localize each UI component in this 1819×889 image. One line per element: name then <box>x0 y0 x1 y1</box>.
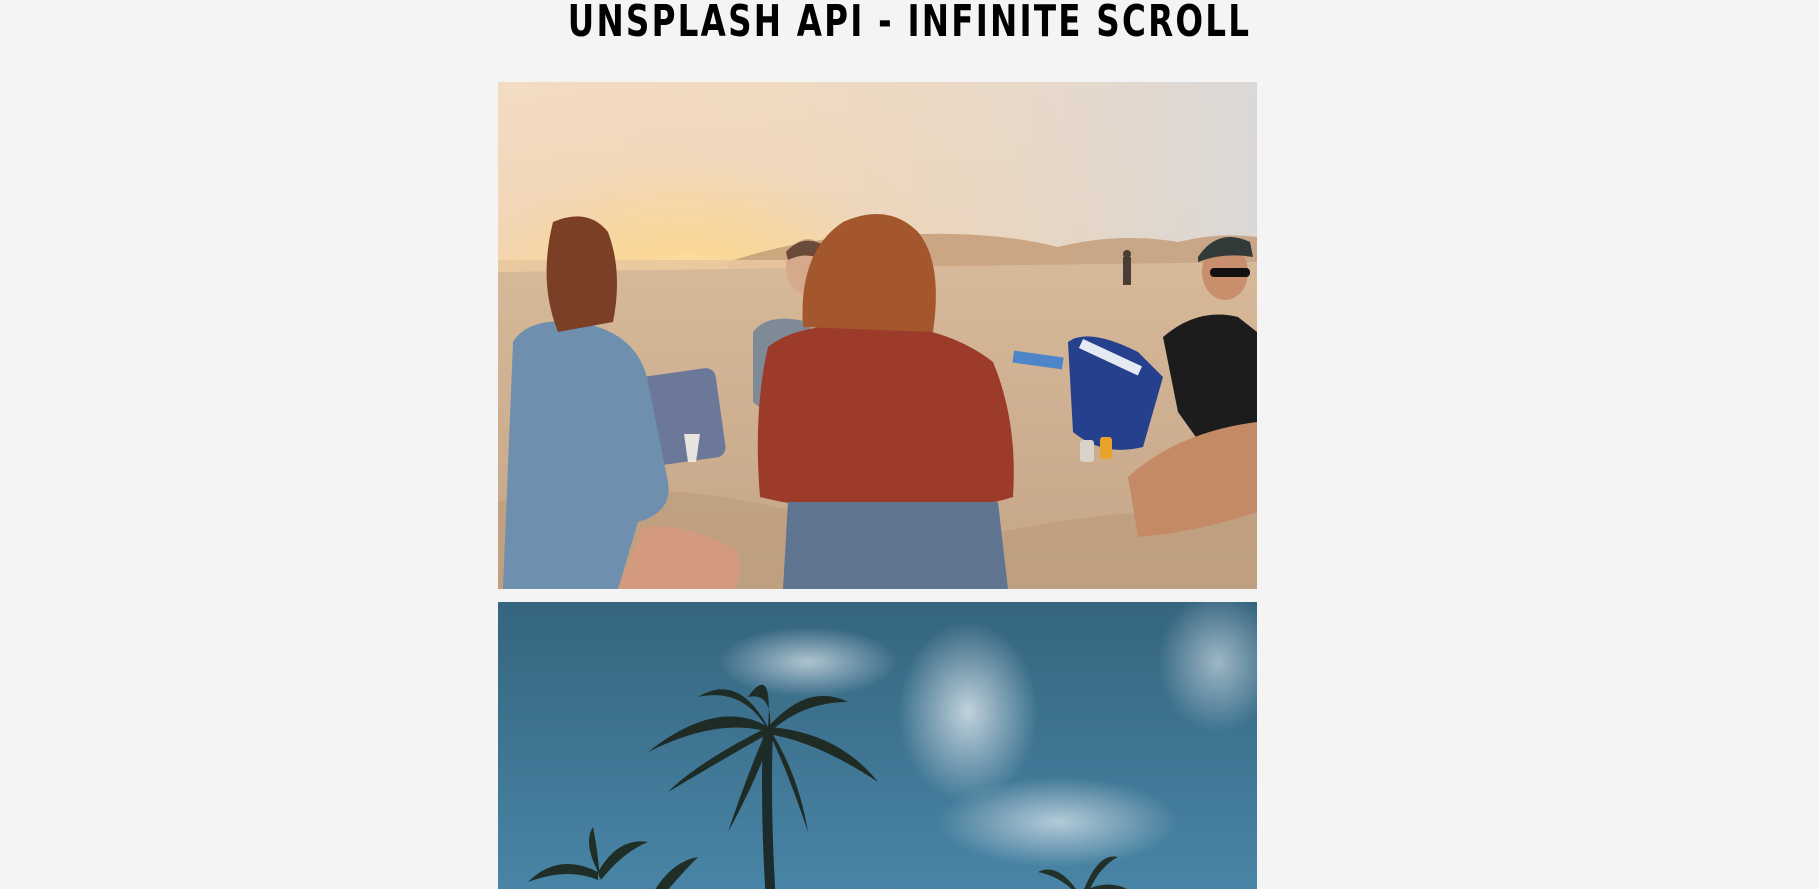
beach-sunset-photo <box>498 82 1257 589</box>
image-container <box>498 82 1257 889</box>
page-title: UNSPLASH API - INFINITE SCROLL <box>567 0 1252 47</box>
photo-link-beach[interactable] <box>498 82 1257 589</box>
palm-trees-sky-photo <box>498 602 1257 889</box>
photo-link-palms[interactable] <box>498 602 1257 889</box>
